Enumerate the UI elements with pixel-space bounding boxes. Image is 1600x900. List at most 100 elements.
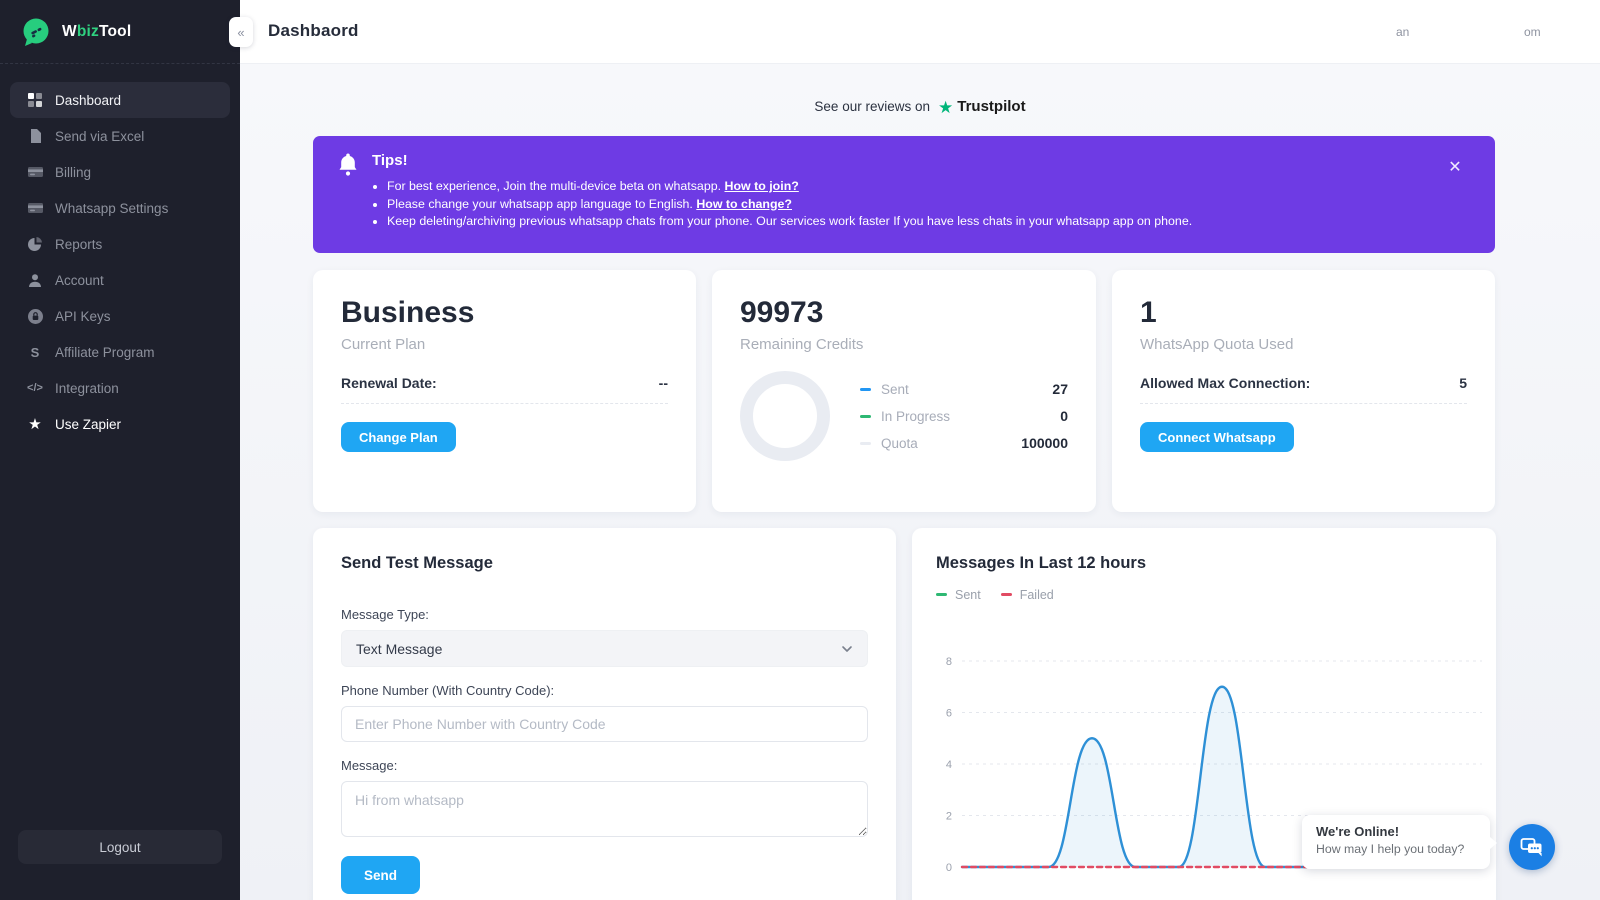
message-type-label: Message Type: bbox=[341, 607, 868, 622]
credits-label: Remaining Credits bbox=[740, 336, 1068, 353]
whatsapp-quota-card: 1 WhatsApp Quota Used Allowed Max Connec… bbox=[1112, 270, 1495, 512]
legend-label: Sent bbox=[955, 588, 981, 602]
sidebar-item-label: API Keys bbox=[55, 309, 111, 324]
change-plan-button[interactable]: Change Plan bbox=[341, 422, 456, 452]
sidebar-item-account[interactable]: Account bbox=[10, 262, 230, 298]
connect-whatsapp-button[interactable]: Connect Whatsapp bbox=[1140, 422, 1294, 452]
max-connection-label: Allowed Max Connection: bbox=[1140, 375, 1310, 391]
chart-legend-sent: Sent bbox=[936, 581, 981, 608]
credits-body: Sent 27 In Progress 0 Quota 100000 bbox=[740, 371, 1068, 461]
divider bbox=[341, 403, 668, 404]
plan-name: Business bbox=[341, 296, 668, 330]
renewal-value: -- bbox=[659, 375, 668, 391]
chart-legend: Sent Failed bbox=[936, 581, 1472, 608]
sidebar-item-label: Integration bbox=[55, 381, 119, 396]
svg-text:4: 4 bbox=[946, 759, 952, 771]
svg-text:6: 6 bbox=[946, 708, 952, 720]
bell-icon bbox=[338, 152, 358, 178]
sidebar-item-dashboard[interactable]: Dashboard bbox=[10, 82, 230, 118]
sidebar-item-integration[interactable]: </> Integration bbox=[10, 370, 230, 406]
file-icon bbox=[26, 127, 44, 145]
live-chat-button[interactable] bbox=[1509, 824, 1555, 870]
brand: WbizTool bbox=[0, 0, 240, 64]
trustpilot-link[interactable]: See our reviews on★Trustpilot bbox=[240, 98, 1600, 118]
lock-icon bbox=[26, 307, 44, 325]
brand-name: WbizTool bbox=[62, 23, 131, 41]
pie-chart-icon bbox=[26, 235, 44, 253]
trustpilot-prefix: See our reviews on bbox=[814, 99, 930, 114]
chevron-down-icon bbox=[841, 643, 853, 655]
legend-row-sent: Sent 27 bbox=[860, 376, 1068, 403]
star-icon: ★ bbox=[26, 415, 44, 433]
legend-value: 27 bbox=[1052, 381, 1068, 397]
legend-dash bbox=[1001, 593, 1012, 596]
legend-value: 0 bbox=[1060, 408, 1068, 424]
legend-dash bbox=[860, 442, 871, 445]
code-icon: </> bbox=[26, 379, 44, 397]
header: Dashbaord an om bbox=[240, 0, 1600, 64]
legend-dash bbox=[860, 415, 871, 418]
max-connection-value: 5 bbox=[1459, 375, 1467, 391]
chat-status-title: We're Online! bbox=[1316, 824, 1476, 839]
legend-dash bbox=[936, 593, 947, 596]
sidebar-collapse-button[interactable]: « bbox=[229, 17, 253, 47]
chart-title: Messages In Last 12 hours bbox=[936, 554, 1472, 573]
legend-dash bbox=[860, 388, 871, 391]
dollar-icon: S bbox=[26, 343, 44, 361]
sidebar-item-label: Send via Excel bbox=[55, 129, 144, 144]
message-type-select[interactable]: Text Message bbox=[341, 630, 868, 667]
current-plan-card: Business Current Plan Renewal Date: -- C… bbox=[313, 270, 696, 512]
quota-label: WhatsApp Quota Used bbox=[1140, 336, 1467, 353]
sidebar-item-use-zapier[interactable]: ★ Use Zapier bbox=[10, 406, 230, 442]
send-test-message-card: Send Test Message Message Type: Text Mes… bbox=[313, 528, 896, 900]
close-icon[interactable]: ✕ bbox=[1445, 158, 1465, 178]
sidebar: WbizTool Dashboard Send via Excel Billin… bbox=[0, 0, 240, 900]
chart-legend-failed: Failed bbox=[1001, 581, 1054, 608]
wbiztool-dashboard: WbizTool Dashboard Send via Excel Billin… bbox=[0, 0, 1600, 900]
how-to-change-link[interactable]: How to change? bbox=[696, 197, 792, 211]
sidebar-item-send-via-excel[interactable]: Send via Excel bbox=[10, 118, 230, 154]
header-right-text-2[interactable]: om bbox=[1524, 25, 1541, 39]
sidebar-item-billing[interactable]: Billing bbox=[10, 154, 230, 190]
sidebar-item-whatsapp-settings[interactable]: Whatsapp Settings bbox=[10, 190, 230, 226]
sidebar-item-label: Affiliate Program bbox=[55, 345, 155, 360]
legend-row-in-progress: In Progress 0 bbox=[860, 403, 1068, 430]
main-content: See our reviews on★Trustpilot Tips! For … bbox=[240, 64, 1600, 900]
renewal-row: Renewal Date: -- bbox=[341, 375, 668, 391]
legend-row-quota: Quota 100000 bbox=[860, 430, 1068, 457]
send-button[interactable]: Send bbox=[341, 856, 420, 894]
logout-button[interactable]: Logout bbox=[18, 830, 222, 864]
message-type-value: Text Message bbox=[356, 641, 442, 657]
phone-label: Phone Number (With Country Code): bbox=[341, 683, 868, 698]
svg-text:2: 2 bbox=[946, 811, 952, 823]
legend-label: Failed bbox=[1020, 588, 1054, 602]
legend-label: In Progress bbox=[881, 409, 950, 424]
quota-value: 1 bbox=[1140, 296, 1467, 330]
sidebar-item-reports[interactable]: Reports bbox=[10, 226, 230, 262]
page-title: Dashbaord bbox=[268, 21, 359, 41]
whatsapp-bubble-logo-icon bbox=[20, 16, 52, 48]
sidebar-item-api-keys[interactable]: API Keys bbox=[10, 298, 230, 334]
sidebar-item-label: Use Zapier bbox=[55, 417, 121, 432]
sidebar-item-affiliate-program[interactable]: S Affiliate Program bbox=[10, 334, 230, 370]
phone-input[interactable] bbox=[341, 706, 868, 742]
tips-item: Please change your whatsapp app language… bbox=[387, 196, 1192, 214]
tips-item-text: For best experience, Join the multi-devi… bbox=[387, 179, 725, 193]
tips-title: Tips! bbox=[372, 152, 408, 169]
max-connection-row: Allowed Max Connection: 5 bbox=[1140, 375, 1467, 391]
credits-legend: Sent 27 In Progress 0 Quota 100000 bbox=[860, 376, 1068, 457]
tips-list: For best experience, Join the multi-devi… bbox=[387, 178, 1192, 231]
legend-label: Sent bbox=[881, 382, 909, 397]
sidebar-item-label: Reports bbox=[55, 237, 102, 252]
trustpilot-brand: Trustpilot bbox=[957, 98, 1025, 115]
sidebar-nav: Dashboard Send via Excel Billing Whatsap… bbox=[0, 64, 240, 442]
how-to-join-link[interactable]: How to join? bbox=[725, 179, 799, 193]
message-textarea[interactable] bbox=[341, 781, 868, 837]
chat-status-tooltip: We're Online! How may I help you today? bbox=[1302, 815, 1490, 869]
header-right-text-1[interactable]: an bbox=[1396, 25, 1409, 39]
tips-item: For best experience, Join the multi-devi… bbox=[387, 178, 1192, 196]
sidebar-item-label: Billing bbox=[55, 165, 91, 180]
credits-value: 99973 bbox=[740, 296, 1068, 330]
legend-value: 100000 bbox=[1021, 435, 1068, 451]
tips-banner: Tips! For best experience, Join the mult… bbox=[313, 136, 1495, 253]
